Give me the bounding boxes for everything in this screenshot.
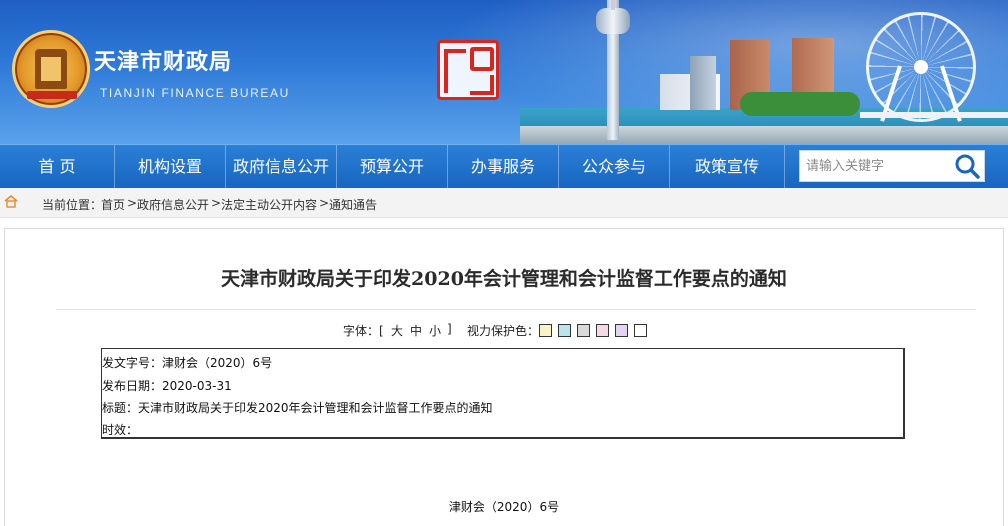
nav-item-home[interactable]: 首 页 (0, 145, 115, 189)
site-title[interactable]: 天津市财政局 (94, 44, 232, 76)
breadcrumb-item-public-content[interactable]: 法定主动公开内容 (221, 196, 317, 213)
tianjin-seal-logo (437, 40, 499, 100)
breadcrumb-item-gov-info[interactable]: 政府信息公开 (137, 196, 209, 213)
body-doc-number: 津财会（2020）6号 (448, 500, 560, 514)
emblem-coin-face (41, 57, 61, 81)
eye-care-label: 视力保护色： (467, 324, 540, 338)
breadcrumb-separator: > (127, 196, 138, 210)
breadcrumb-separator: > (211, 196, 222, 210)
eye-care-swatch-cyan[interactable] (558, 324, 571, 337)
meta-subject: 标题：天津市财政局关于印发2020年会计管理和会计监督工作要点的通知 (102, 399, 493, 416)
meta-validity-label: 时效： (102, 423, 139, 437)
article-title: 天津市财政局关于印发2020年会计管理和会计监督工作要点的通知 (221, 268, 787, 290)
search-input[interactable] (806, 154, 946, 178)
meta-doc-number: 发文字号：津财会（2020）6号 (102, 354, 272, 371)
banner-trees (740, 92, 860, 116)
eye-care-swatch-white[interactable] (634, 324, 647, 337)
breadcrumb-separator: > (319, 196, 330, 210)
font-size-medium[interactable]: 中 (410, 322, 422, 339)
font-size-label: 字体：[ (343, 324, 384, 338)
site-subtitle: TIANJIN FINANCE BUREAU (100, 86, 290, 100)
font-size-small[interactable]: 小 (429, 322, 441, 339)
meta-validity: 时效： (102, 421, 138, 438)
title-divider (56, 309, 976, 310)
seal-stroke (470, 75, 494, 95)
nav-item-services[interactable]: 办事服务 (448, 145, 559, 189)
eye-care-swatch-purple[interactable] (615, 324, 628, 337)
breadcrumb-item-notices[interactable]: 通知通告 (329, 196, 377, 213)
banner-shore (520, 126, 1008, 144)
seal-stroke (444, 49, 466, 93)
meta-subject-value: 天津市财政局关于印发2020年会计管理和会计监督工作要点的通知 (138, 401, 493, 415)
breadcrumb-label: 当前位置： (42, 198, 103, 212)
banner-tv-tower-spire (611, 0, 615, 10)
header-banner: 天津市财政局 TIANJIN FINANCE BUREAU (0, 0, 1008, 144)
nav-item-policy[interactable]: 政策宣传 (670, 145, 785, 189)
emblem-ribbon (27, 91, 77, 99)
nav-item-participation[interactable]: 公众参与 (559, 145, 670, 189)
nav-item-budget[interactable]: 预算公开 (337, 145, 448, 189)
font-size-large[interactable]: 大 (391, 322, 403, 339)
banner-ferris-wheel-hub (914, 60, 928, 74)
banner-bridge (860, 112, 1008, 118)
home-icon (4, 194, 18, 208)
meta-doc-number-value: 津财会（2020）6号 (162, 356, 273, 370)
meta-publish-date: 发布日期：2020-03-31 (102, 377, 232, 394)
nav-item-gov-info[interactable]: 政府信息公开 (226, 145, 337, 189)
search-icon[interactable] (952, 152, 982, 180)
meta-subject-label: 标题： (102, 401, 139, 415)
meta-doc-number-label: 发文字号： (102, 356, 163, 370)
meta-publish-date-value: 2020-03-31 (162, 379, 232, 393)
meta-publish-date-label: 发布日期： (102, 379, 163, 393)
banner-building (690, 56, 716, 110)
bureau-emblem-logo[interactable] (12, 30, 90, 108)
nav-item-organization[interactable]: 机构设置 (115, 145, 226, 189)
eye-care-swatch-yellow[interactable] (539, 324, 552, 337)
seal-stroke (470, 47, 494, 71)
eye-care-swatch-pink[interactable] (596, 324, 609, 337)
banner-tv-tower-pod (596, 8, 630, 34)
font-size-close: ] (447, 322, 452, 336)
breadcrumb-item-home[interactable]: 首页 (101, 196, 125, 213)
eye-care-swatch-gray[interactable] (577, 324, 590, 337)
